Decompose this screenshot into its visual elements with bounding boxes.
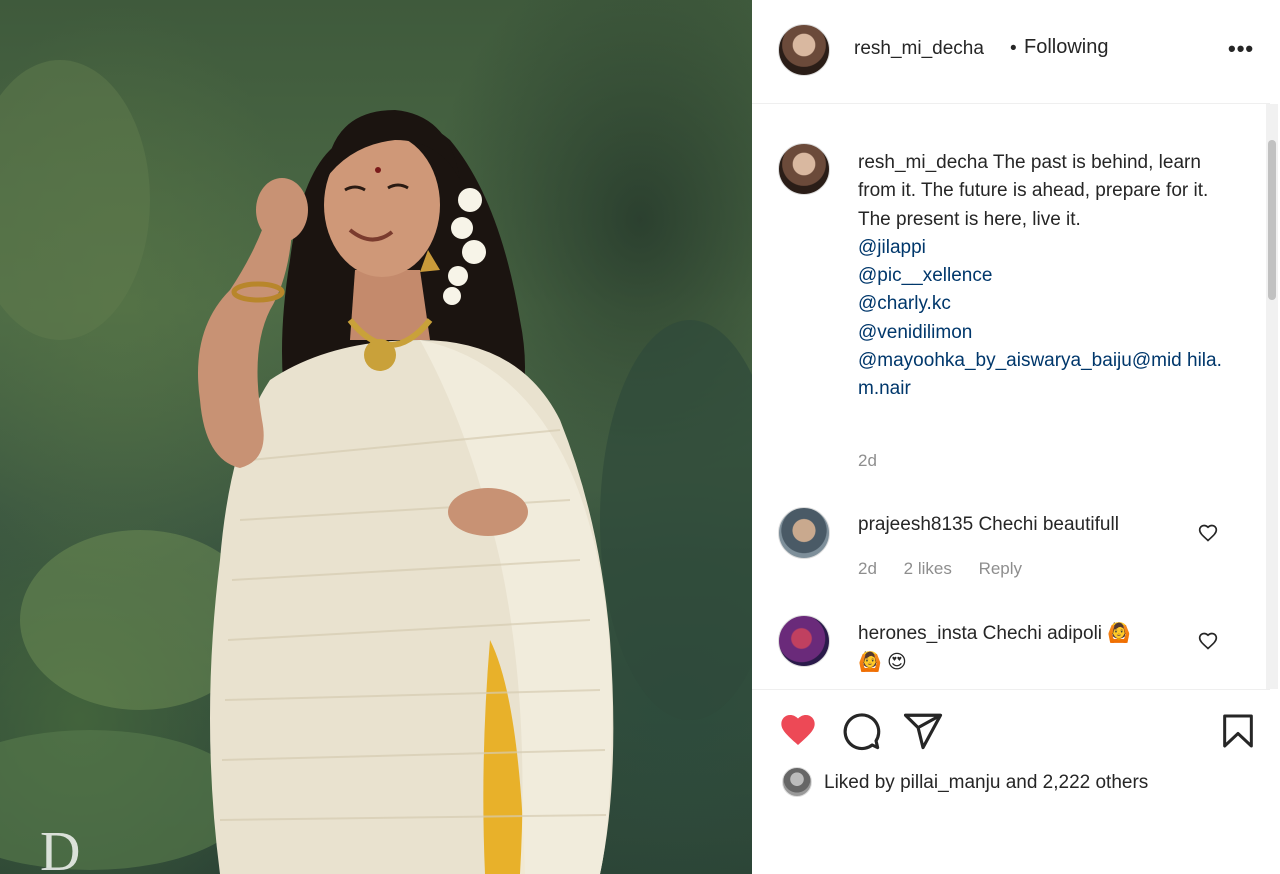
emoji: 🙆 xyxy=(858,651,882,674)
author-avatar[interactable] xyxy=(778,24,830,76)
comment-timestamp[interactable]: 2d xyxy=(858,559,877,578)
comments-list: resh_mi_decha The past is behind, learn … xyxy=(752,105,1270,687)
likes-summary[interactable]: Liked by pillai_manju and 2,222 others xyxy=(824,772,1148,794)
likes-suffix[interactable]: and 2,222 others xyxy=(1006,772,1149,793)
reply-button[interactable]: Reply xyxy=(979,559,1022,578)
liker-username[interactable]: pillai_manju xyxy=(900,772,1000,793)
commenter-username[interactable]: herones_insta xyxy=(858,623,977,644)
comment-text: Chechi beautifull xyxy=(978,514,1119,535)
comment-like-count[interactable]: 2 likes xyxy=(904,559,952,578)
mention-link[interactable]: @venidilimon xyxy=(858,319,1228,347)
comment-icon[interactable] xyxy=(840,710,882,752)
mention-link[interactable]: @charly.kc xyxy=(858,290,1228,318)
emoji: 🙆 xyxy=(1107,622,1131,644)
caption-body: resh_mi_decha The past is behind, learn … xyxy=(858,149,1228,404)
commenter-username[interactable]: prajeesh8135 xyxy=(858,514,973,535)
caption-author-avatar[interactable] xyxy=(778,143,830,195)
mention-link[interactable]: @pic__xellence xyxy=(858,262,1228,290)
commenter-avatar[interactable] xyxy=(778,507,830,559)
heart-filled-icon[interactable] xyxy=(778,710,818,750)
commenter-avatar[interactable] xyxy=(778,615,830,667)
mention-link[interactable]: @mayoohka_by_aiswarya_baiju@mid hila.m.n… xyxy=(858,347,1228,404)
comment-body: prajeesh8135 Chechi beautifull xyxy=(858,511,1188,539)
like-comment-heart-icon[interactable] xyxy=(1198,523,1218,543)
caption-username[interactable]: resh_mi_decha xyxy=(858,152,988,173)
bookmark-icon[interactable] xyxy=(1218,710,1258,752)
following-button[interactable]: Following xyxy=(1024,36,1108,59)
liker-avatar[interactable] xyxy=(782,767,812,797)
header-separator: • xyxy=(1010,38,1017,59)
author-username[interactable]: resh_mi_decha xyxy=(854,38,984,60)
post-image[interactable]: D xyxy=(0,0,752,874)
post-side-panel: resh_mi_decha • Following ••• resh_mi_de… xyxy=(752,0,1280,874)
more-options-icon[interactable]: ••• xyxy=(1228,36,1254,62)
emoji: 😍 xyxy=(886,651,907,674)
post-actions-bar: Liked by pillai_manju and 2,222 others xyxy=(752,689,1270,874)
comment-body: herones_insta Chechi adipoli 🙆 🙆 😍 xyxy=(858,619,1188,678)
watermark-logo: D xyxy=(40,821,80,874)
post-header: resh_mi_decha • Following ••• xyxy=(752,0,1270,104)
comment-meta: 2d 2 likes Reply xyxy=(858,559,1044,579)
post-photo-illustration: D xyxy=(0,60,752,874)
comment-text: Chechi adipoli xyxy=(982,623,1103,644)
mention-link[interactable]: @jilappi xyxy=(858,234,1228,262)
likes-prefix: Liked by xyxy=(824,772,895,793)
caption-timestamp[interactable]: 2d xyxy=(858,451,877,471)
share-icon[interactable] xyxy=(902,710,944,752)
like-comment-heart-icon[interactable] xyxy=(1198,631,1218,651)
